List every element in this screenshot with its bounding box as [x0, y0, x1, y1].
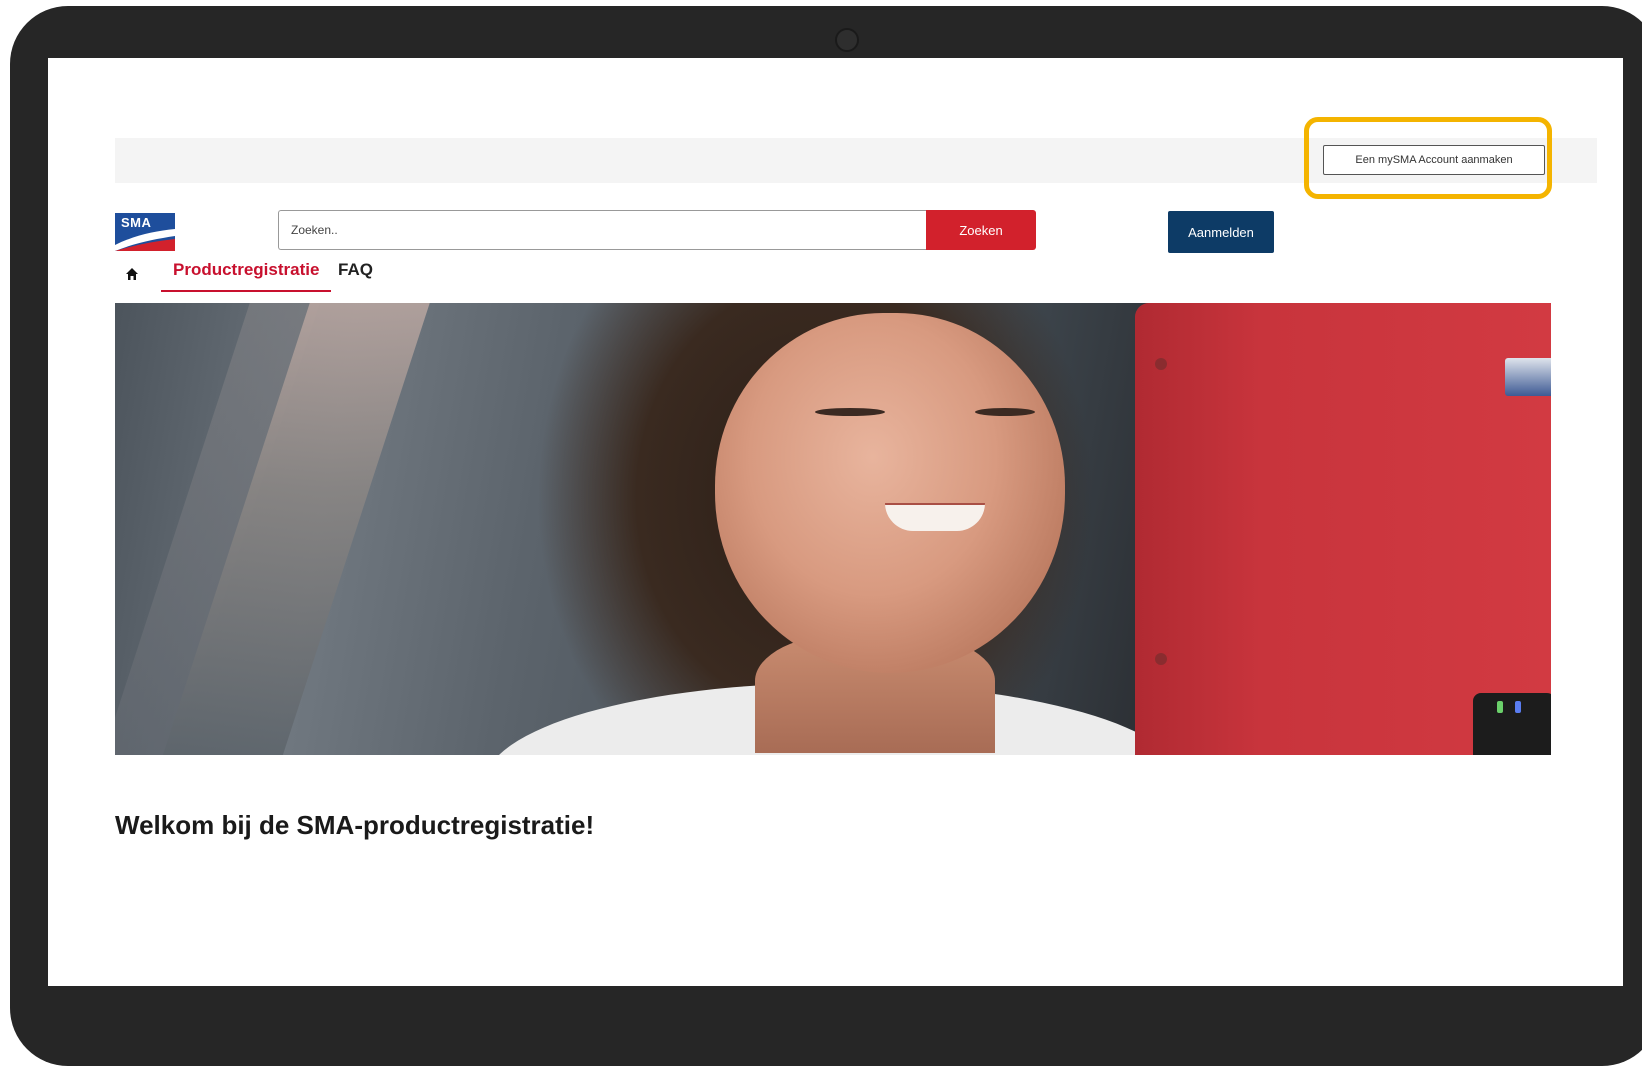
led-indicator: [1497, 701, 1503, 713]
hero-smile: [885, 503, 985, 531]
nav-item-faq[interactable]: FAQ: [338, 260, 373, 280]
inverter-badge: [1505, 358, 1551, 396]
welcome-heading: Welkom bij de SMA-productregistratie!: [115, 810, 595, 840]
logo-text: SMA: [121, 215, 152, 230]
home-icon[interactable]: [124, 266, 140, 282]
login-button[interactable]: Aanmelden: [1168, 211, 1274, 253]
browser-screen: Een mySMA Account aanmaken SMA Zoeken Aa…: [48, 58, 1623, 986]
hero-eye: [975, 408, 1035, 416]
camera: [835, 28, 859, 52]
home-icon-graphic: [126, 268, 138, 280]
inverter-screw: [1155, 653, 1167, 665]
inverter-device: [1135, 303, 1551, 755]
highlight-box: [1304, 117, 1552, 199]
hero-face: [715, 313, 1065, 673]
sma-logo[interactable]: SMA: [115, 213, 175, 251]
inverter-screw: [1155, 358, 1167, 370]
hero-eye: [815, 408, 885, 416]
inverter-panel: [1473, 693, 1551, 755]
led-indicator: [1515, 701, 1521, 713]
hero-image: [115, 303, 1551, 755]
nav-item-productregistratie[interactable]: Productregistratie: [161, 260, 332, 292]
search-button[interactable]: Zoeken: [926, 210, 1036, 250]
search-input[interactable]: [278, 210, 928, 250]
